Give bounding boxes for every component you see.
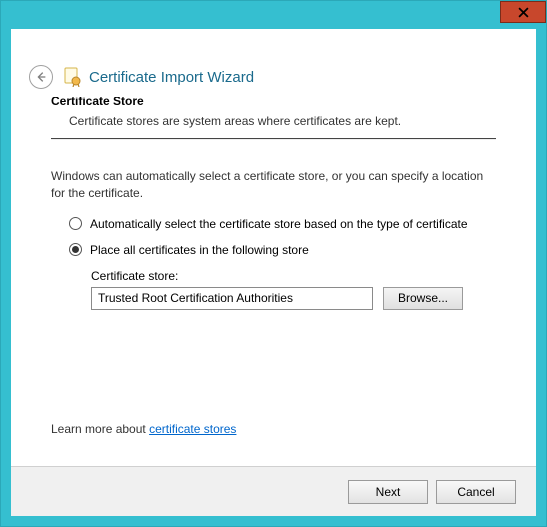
learn-more: Learn more about certificate stores [51,422,236,436]
back-button[interactable] [29,65,53,89]
close-icon [518,7,529,18]
description-text: Windows can automatically select a certi… [51,168,496,203]
radio-option-place[interactable]: Place all certificates in the following … [69,243,496,257]
cancel-button[interactable]: Cancel [436,480,516,504]
certificate-store-input[interactable] [91,287,373,310]
radio-group: Automatically select the certificate sto… [69,217,496,310]
page-title: Certificate Import Wizard [89,69,254,86]
divider [51,138,496,140]
browse-button[interactable]: Browse... [383,287,463,310]
section-subtitle: Certificate stores are system areas wher… [69,114,496,128]
close-button[interactable] [500,1,546,23]
radio-label: Place all certificates in the following … [90,243,309,257]
store-block: Certificate store: Browse... [91,269,496,310]
next-button[interactable]: Next [348,480,428,504]
arrow-left-icon [34,70,48,84]
dialog-header: Certificate Import Wizard [21,57,526,97]
radio-option-auto[interactable]: Automatically select the certificate sto… [69,217,496,231]
dialog-body: Certificate Import Wizard Certificate St… [11,29,536,516]
store-label: Certificate store: [91,269,496,283]
certificate-icon [63,67,81,87]
learn-link[interactable]: certificate stores [149,422,236,436]
learn-prefix: Learn more about [51,422,149,436]
radio-label: Automatically select the certificate sto… [90,217,468,231]
dialog-footer: Next Cancel [11,466,536,516]
window-frame: Certificate Import Wizard Certificate St… [0,0,547,527]
radio-icon [69,243,82,256]
radio-icon [69,217,82,230]
